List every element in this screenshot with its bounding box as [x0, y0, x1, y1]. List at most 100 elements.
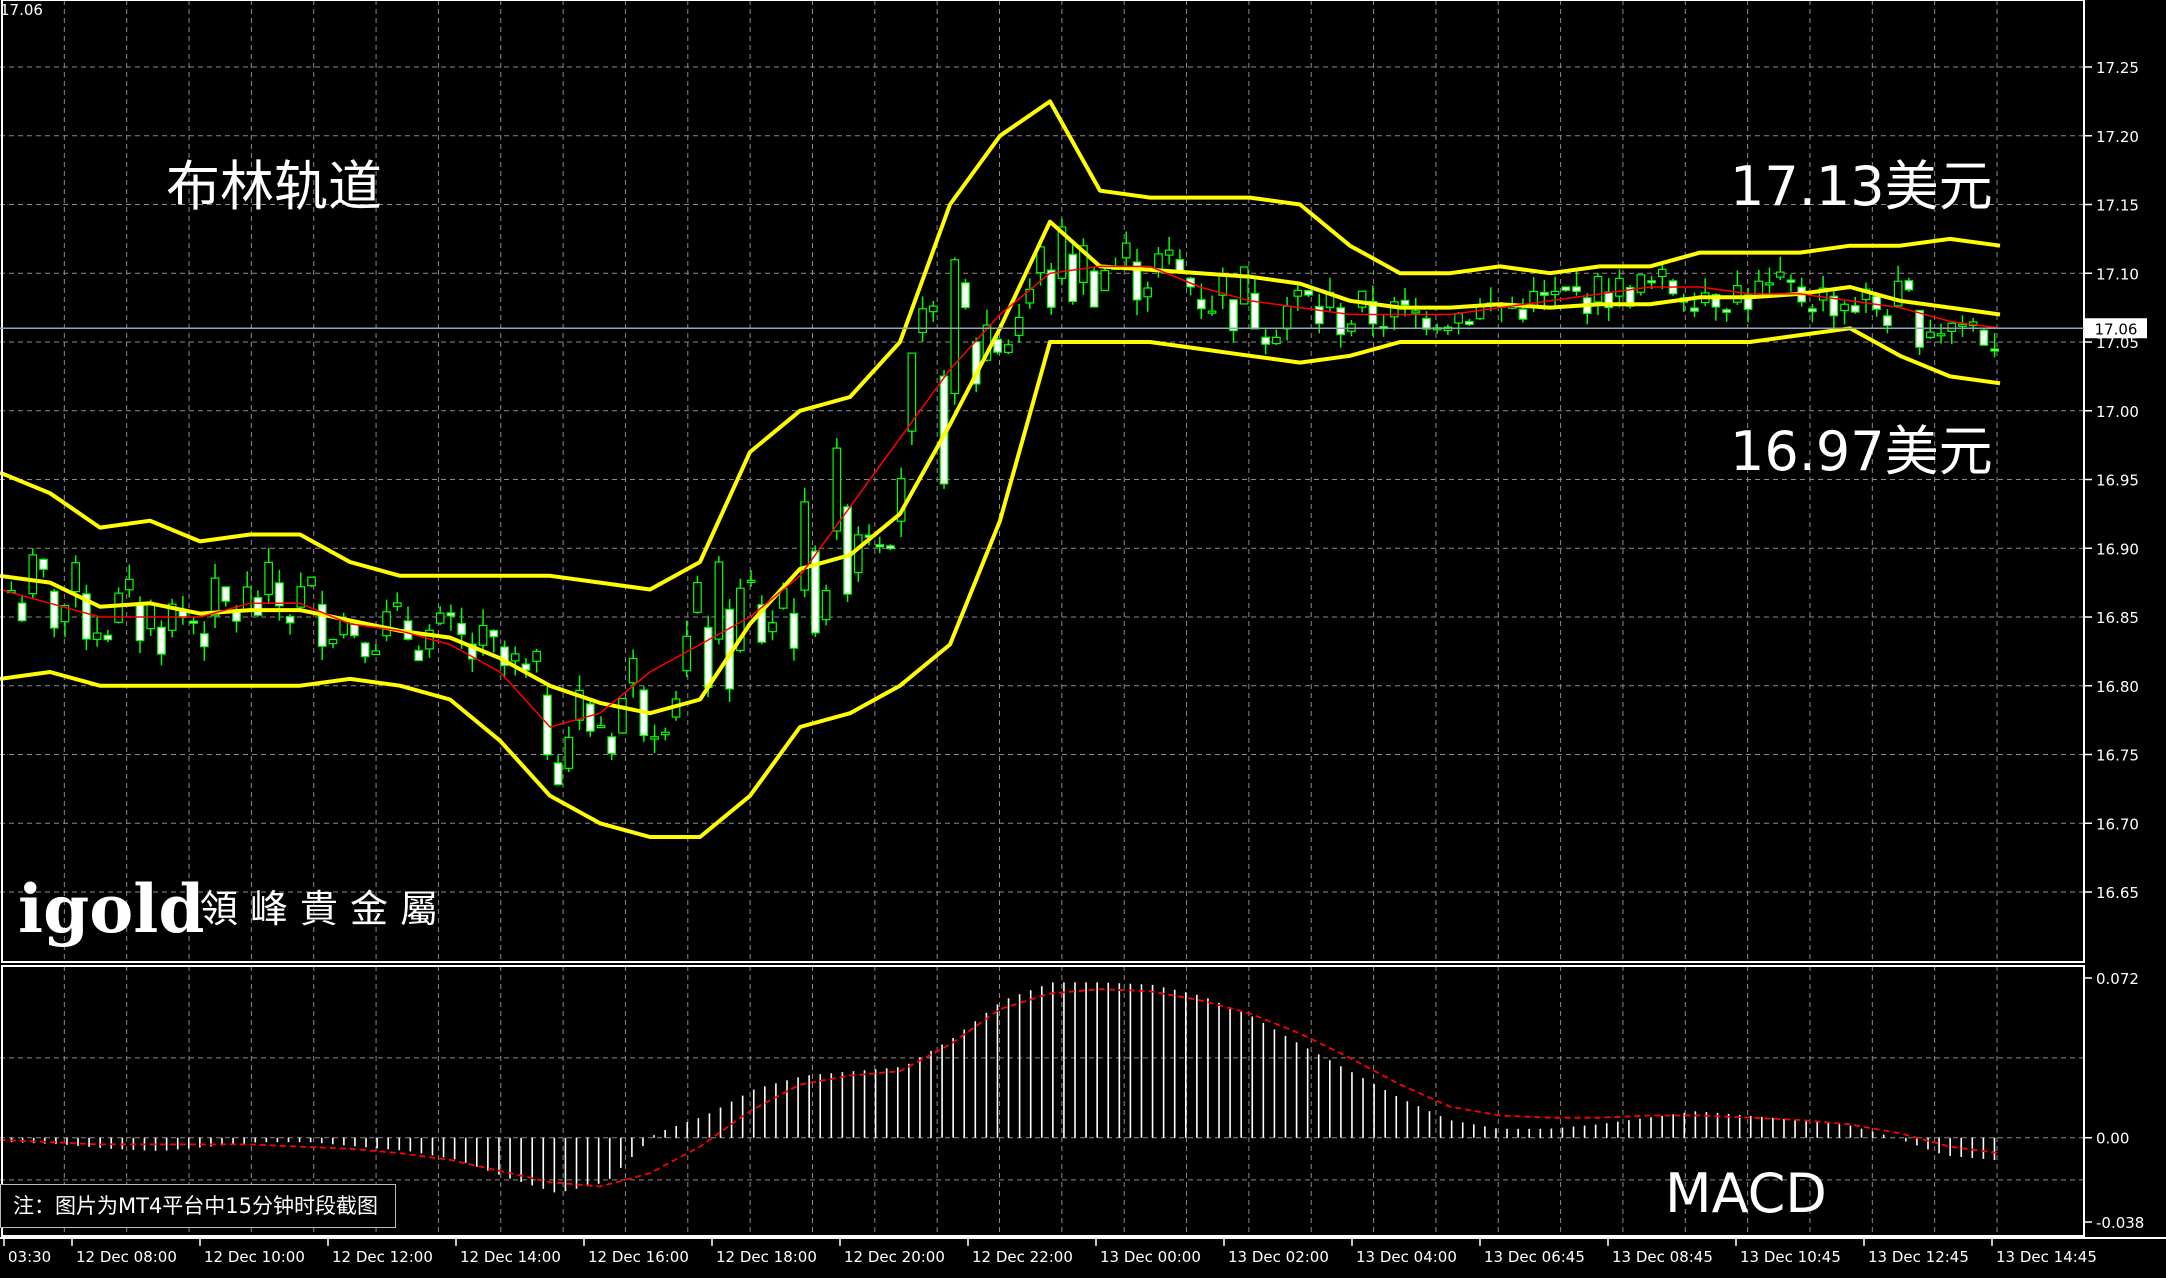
candle-body — [28, 554, 38, 595]
candle-body — [1454, 313, 1463, 324]
candle-body — [1765, 282, 1774, 286]
candle-body — [928, 305, 938, 313]
candle-body — [1636, 274, 1646, 293]
candle-body — [853, 534, 863, 574]
time-tick-label: 13 Dec 08:45 — [1612, 1248, 1713, 1266]
candle-body — [1540, 291, 1549, 296]
candle-body — [650, 736, 659, 740]
candle-body — [124, 578, 134, 591]
candle-body — [1100, 269, 1110, 292]
price-tick-label: 17.20 — [2096, 128, 2139, 146]
price-tick-label: 17.25 — [2096, 59, 2139, 77]
candle-body — [628, 657, 638, 684]
candle-body — [1121, 242, 1131, 259]
candle-body — [1786, 279, 1796, 283]
candle-body — [1872, 295, 1882, 310]
window-price-label: 17.06 — [0, 1, 43, 19]
candle-body — [1164, 249, 1174, 256]
candle-body — [446, 612, 456, 617]
candle-body — [1314, 305, 1324, 325]
candle-body — [114, 592, 123, 623]
time-tick-label: 13 Dec 00:00 — [1100, 1248, 1201, 1266]
chart-canvas: 17.2517.2017.1517.1017.0517.0016.9516.90… — [0, 0, 2166, 1278]
price-tick-label: 16.75 — [2096, 747, 2139, 765]
candle-body — [1250, 292, 1260, 330]
candle-body — [1175, 259, 1185, 272]
candle-body — [360, 642, 370, 658]
candle-body — [210, 577, 220, 617]
candle-body — [1561, 286, 1571, 291]
candle-body — [1883, 315, 1892, 327]
candle-body — [39, 558, 48, 570]
candle-body — [328, 638, 338, 645]
time-tick-label: 12 Dec 20:00 — [844, 1248, 945, 1266]
candle-body — [1282, 305, 1292, 330]
candle-body — [49, 590, 59, 629]
candle-body — [1400, 299, 1410, 306]
candle-body — [1808, 308, 1817, 313]
company-chinese-name: 領峰貴金屬 — [200, 887, 450, 931]
candle-body — [1068, 253, 1078, 302]
candle-body — [532, 650, 542, 662]
price-tick-label: 16.90 — [2096, 540, 2139, 558]
macd-tick-label: 0.072 — [2096, 970, 2139, 988]
candle-body — [414, 649, 424, 662]
candle-body — [1947, 322, 1957, 332]
candle-body — [875, 544, 885, 548]
candle-body — [264, 561, 274, 596]
candle-body — [564, 736, 574, 769]
candle-body — [1196, 299, 1206, 310]
candle-body — [961, 282, 970, 309]
candle-body — [146, 602, 156, 630]
candle-body — [1979, 329, 1989, 346]
candle-body — [1422, 317, 1431, 330]
candle-body — [1572, 286, 1581, 292]
candle-body — [478, 624, 488, 646]
candle-body — [189, 620, 198, 624]
price-tick-label: 16.95 — [2096, 472, 2139, 490]
macd-tick-label: -0.038 — [2096, 1214, 2144, 1232]
time-tick-label: 12 Dec 22:00 — [972, 1248, 1073, 1266]
candle-body — [596, 725, 606, 729]
candle-body — [1475, 306, 1485, 320]
price-tick-label: 16.80 — [2096, 678, 2139, 696]
price-tick-label: 16.70 — [2096, 815, 2139, 833]
candle-body — [71, 562, 81, 593]
time-tick-label: 13 Dec 06:45 — [1484, 1248, 1585, 1266]
candle-body — [1936, 333, 1946, 337]
candle-body — [1261, 336, 1271, 345]
screenshot-note: 注：图片为MT4平台中15分钟时段截图 — [0, 1184, 396, 1228]
candle-body — [1840, 303, 1849, 312]
candle-body — [1775, 271, 1785, 278]
time-tick-label: 12 Dec 14:00 — [460, 1248, 561, 1266]
candle-body — [1593, 275, 1603, 303]
candle-body — [1657, 268, 1667, 278]
candle-body — [135, 602, 145, 642]
macd-tick-label: 0.00 — [2096, 1130, 2129, 1148]
candle-body — [510, 653, 520, 662]
time-tick-label: 13 Dec 12:45 — [1868, 1248, 1969, 1266]
time-tick-label: 12 Dec 12:00 — [332, 1248, 433, 1266]
candle-body — [1990, 348, 1999, 352]
candle-body — [703, 626, 713, 688]
candle-body — [307, 576, 316, 587]
time-tick-label: 12 Dec 16:00 — [588, 1248, 689, 1266]
candle-body — [253, 597, 263, 616]
candle-body — [489, 629, 499, 638]
candle-body — [1004, 344, 1013, 353]
candle-body — [242, 586, 252, 611]
time-tick-label: 13 Dec 04:00 — [1356, 1248, 1457, 1266]
candle-body — [1014, 316, 1024, 336]
candle-body — [618, 697, 627, 734]
candle-body — [157, 626, 166, 655]
candle-body — [1046, 269, 1056, 308]
candle-body — [382, 611, 391, 637]
candle-body — [821, 589, 831, 621]
candle-body — [435, 612, 445, 624]
price-tick-label: 16.85 — [2096, 609, 2139, 627]
time-tick-label: 12 Dec 18:00 — [716, 1248, 817, 1266]
candle-body — [1904, 280, 1914, 291]
candle-body — [457, 622, 466, 635]
macd-title: MACD — [1665, 1162, 1827, 1225]
candle-body — [1089, 270, 1099, 308]
